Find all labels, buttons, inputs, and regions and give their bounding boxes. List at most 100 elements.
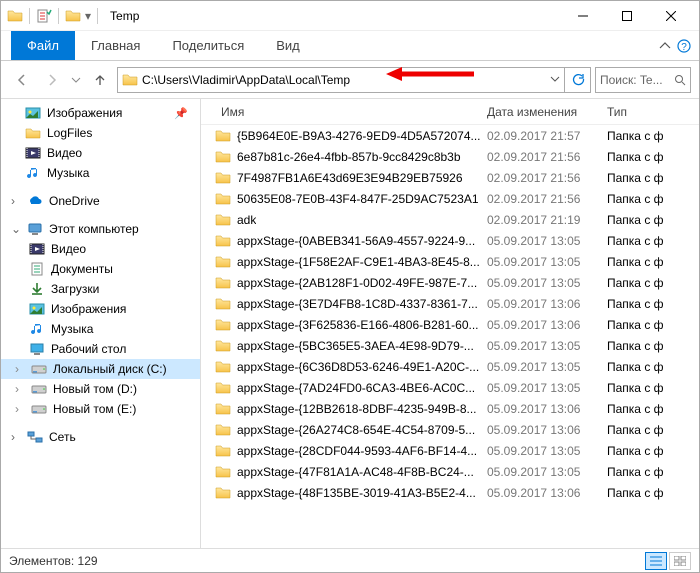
navigation-pane: Изображения📌LogFilesВидеоМузыка › OneDri… <box>1 99 201 549</box>
file-row[interactable]: appxStage-{47F81A1A-AC48-4F8B-BC24-... 0… <box>201 461 699 482</box>
file-date: 05.09.2017 13:06 <box>487 318 607 332</box>
sidebar-quick-item[interactable]: Музыка <box>1 163 200 183</box>
address-dropdown-icon[interactable] <box>550 73 560 87</box>
file-date: 05.09.2017 13:05 <box>487 339 607 353</box>
sidebar-quick-item[interactable]: Видео <box>1 143 200 163</box>
file-row[interactable]: appxStage-{26A274C8-654E-4C54-8709-5... … <box>201 419 699 440</box>
properties-icon[interactable] <box>36 8 52 24</box>
address-input[interactable] <box>142 73 546 87</box>
svg-text:?: ? <box>681 42 687 53</box>
folder-icon <box>215 150 231 164</box>
sidebar-section-onedrive[interactable]: › OneDrive <box>1 191 200 211</box>
back-button[interactable] <box>9 67 35 93</box>
file-date: 05.09.2017 13:06 <box>487 402 607 416</box>
sidebar-item-label: Видео <box>47 146 82 160</box>
file-type: Папка с ф <box>607 360 699 374</box>
column-header-type[interactable]: Тип <box>607 105 699 119</box>
sidebar-network-label: Сеть <box>49 430 76 444</box>
up-button[interactable] <box>87 67 113 93</box>
file-row[interactable]: appxStage-{6C36D8D53-6246-49E1-A20C-... … <box>201 356 699 377</box>
file-type: Папка с ф <box>607 402 699 416</box>
music-icon <box>29 321 45 337</box>
sidebar-thispc-item[interactable]: Загрузки <box>1 279 200 299</box>
file-row[interactable]: adk 02.09.2017 21:19 Папка с ф <box>201 209 699 230</box>
close-button[interactable] <box>649 2 693 30</box>
file-row[interactable]: 50635E08-7E0B-43F4-847F-25D9AC7523A1 02.… <box>201 188 699 209</box>
file-name: 7F4987FB1A6E43d69E3E94B29EB75926 <box>237 171 463 185</box>
file-row[interactable]: {5B964E0E-B9A3-4276-9ED9-4D5A572074... 0… <box>201 125 699 146</box>
pin-icon: 📌 <box>174 107 188 120</box>
column-header-name[interactable]: Имя <box>215 105 487 119</box>
sidebar-quick-item[interactable]: LogFiles <box>1 123 200 143</box>
folder-icon <box>215 381 231 395</box>
sidebar-section-thispc[interactable]: ⌄ Этот компьютер <box>1 219 200 239</box>
ribbon-expand-icon[interactable] <box>659 31 671 61</box>
details-view-button[interactable] <box>645 552 667 570</box>
folder-icon <box>215 423 231 437</box>
search-box[interactable]: Поиск: Te... <box>595 67 691 93</box>
help-icon[interactable]: ? <box>677 31 691 61</box>
file-date: 05.09.2017 13:06 <box>487 423 607 437</box>
sidebar-thispc-item[interactable]: ›Локальный диск (C:) <box>1 359 200 379</box>
sidebar-thispc-item[interactable]: ›Новый том (D:) <box>1 379 200 399</box>
file-row[interactable]: 6e87b81c-26e4-4fbb-857b-9cc8429c8b3b 02.… <box>201 146 699 167</box>
file-row[interactable]: appxStage-{12BB2618-8DBF-4235-949B-8... … <box>201 398 699 419</box>
column-headers: Имя Дата изменения Тип <box>201 99 699 125</box>
ribbon-tabs: Файл Главная Поделиться Вид ? <box>1 31 699 61</box>
network-icon <box>27 429 43 445</box>
file-name: appxStage-{7AD24FD0-6CA3-4BE6-AC0C... <box>237 381 475 395</box>
sidebar-section-network[interactable]: › Сеть <box>1 427 200 447</box>
column-header-date[interactable]: Дата изменения <box>487 105 607 119</box>
content-pane: Имя Дата изменения Тип {5B964E0E-B9A3-42… <box>201 99 699 549</box>
recent-dropdown[interactable] <box>69 67 83 93</box>
forward-button[interactable] <box>39 67 65 93</box>
title-bar: ▾ Temp <box>1 1 699 31</box>
file-name: appxStage-{28CDF044-9593-4AF6-BF14-4... <box>237 444 477 458</box>
tab-file[interactable]: Файл <box>11 31 75 60</box>
disk-icon <box>31 361 47 377</box>
file-row[interactable]: appxStage-{5BC365E5-3AEA-4E98-9D79-... 0… <box>201 335 699 356</box>
folder-icon[interactable] <box>65 8 81 24</box>
file-name: appxStage-{47F81A1A-AC48-4F8B-BC24-... <box>237 465 474 479</box>
folder-icon <box>215 444 231 458</box>
folder-icon <box>215 318 231 332</box>
sidebar-thispc-item[interactable]: Рабочий стол <box>1 339 200 359</box>
sidebar-thispc-item[interactable]: Видео <box>1 239 200 259</box>
refresh-button[interactable] <box>565 67 591 93</box>
sidebar-thispc-item[interactable]: Музыка <box>1 319 200 339</box>
file-type: Папка с ф <box>607 213 699 227</box>
address-bar[interactable] <box>117 67 565 93</box>
sidebar-item-label: Документы <box>51 262 113 276</box>
sidebar-thispc-item[interactable]: Документы <box>1 259 200 279</box>
file-type: Папка с ф <box>607 381 699 395</box>
sidebar-item-label: Загрузки <box>51 282 99 296</box>
music-icon <box>25 165 41 181</box>
file-list[interactable]: {5B964E0E-B9A3-4276-9ED9-4D5A572074... 0… <box>201 125 699 549</box>
file-row[interactable]: appxStage-{1F58E2AF-C9E1-4BA3-8E45-8... … <box>201 251 699 272</box>
maximize-button[interactable] <box>605 2 649 30</box>
sidebar-quick-item[interactable]: Изображения📌 <box>1 103 200 123</box>
tab-view[interactable]: Вид <box>260 31 316 60</box>
sidebar-thispc-item[interactable]: Изображения <box>1 299 200 319</box>
file-row[interactable]: 7F4987FB1A6E43d69E3E94B29EB75926 02.09.2… <box>201 167 699 188</box>
tab-share[interactable]: Поделиться <box>156 31 260 60</box>
sidebar-thispc-item[interactable]: ›Новый том (E:) <box>1 399 200 419</box>
file-row[interactable]: appxStage-{3F625836-E166-4806-B281-60...… <box>201 314 699 335</box>
file-row[interactable]: appxStage-{48F135BE-3019-41A3-B5E2-4... … <box>201 482 699 503</box>
tab-home[interactable]: Главная <box>75 31 156 60</box>
icons-view-button[interactable] <box>669 552 691 570</box>
file-name: 50635E08-7E0B-43F4-847F-25D9AC7523A1 <box>237 192 479 206</box>
file-row[interactable]: appxStage-{3E7D4FB8-1C8D-4337-8361-7... … <box>201 293 699 314</box>
minimize-button[interactable] <box>561 2 605 30</box>
file-type: Папка с ф <box>607 255 699 269</box>
file-row[interactable]: appxStage-{2AB128F1-0D02-49FE-987E-7... … <box>201 272 699 293</box>
folder-icon <box>215 255 231 269</box>
sidebar-item-label: Новый том (D:) <box>53 382 137 396</box>
file-row[interactable]: appxStage-{0ABEB341-56A9-4557-9224-9... … <box>201 230 699 251</box>
sidebar-item-label: Музыка <box>51 322 93 336</box>
file-row[interactable]: appxStage-{28CDF044-9593-4AF6-BF14-4... … <box>201 440 699 461</box>
file-row[interactable]: appxStage-{7AD24FD0-6CA3-4BE6-AC0C... 05… <box>201 377 699 398</box>
file-date: 05.09.2017 13:05 <box>487 234 607 248</box>
search-icon <box>674 74 686 86</box>
folder-icon <box>7 8 23 24</box>
